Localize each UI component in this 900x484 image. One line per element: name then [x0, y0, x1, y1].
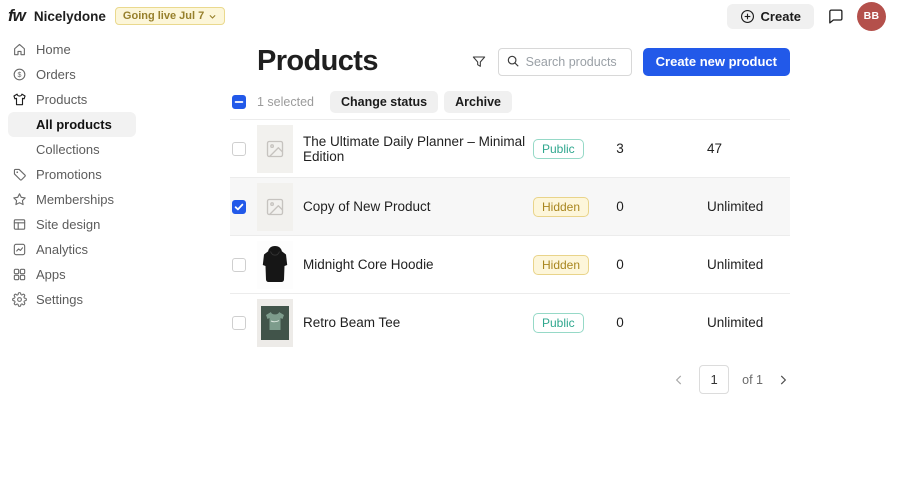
page-header: Products Create new product — [230, 45, 790, 78]
page-number-input[interactable] — [699, 365, 730, 394]
row-checkbox[interactable] — [232, 257, 246, 272]
sidebar-item-label: Home — [36, 42, 71, 57]
pagination: of 1 — [230, 365, 790, 394]
memberships-icon — [12, 192, 27, 207]
chat-bubble-icon — [829, 8, 843, 24]
table-row[interactable]: The Ultimate Daily Planner – Minimal Edi… — [230, 119, 790, 177]
sidebar-item-label: All products — [36, 117, 112, 132]
bulk-action-bar: 1 selected Change status Archive — [230, 91, 790, 113]
product-quantity: 3 — [616, 141, 624, 156]
page-title: Products — [257, 45, 378, 77]
product-thumbnail — [257, 298, 293, 347]
product-inventory: Unlimited — [707, 315, 764, 330]
status-badge: Hidden — [533, 254, 590, 275]
sidebar-item-label: Memberships — [36, 192, 115, 207]
product-name: Midnight Core Hoodie — [303, 257, 434, 272]
store-name: Nicelydone — [33, 8, 106, 24]
apps-icon — [12, 267, 27, 282]
product-thumbnail — [257, 124, 293, 173]
chevron-left-icon — [675, 375, 682, 384]
sidebar-item-home[interactable]: Home — [0, 37, 230, 62]
archive-button[interactable]: Archive — [444, 91, 512, 113]
products-icon — [12, 92, 27, 107]
layout: Home $ Orders Products All products Coll… — [0, 30, 900, 394]
sidebar-item-all-products[interactable]: All products — [8, 112, 136, 137]
select-all-checkbox[interactable] — [232, 95, 246, 109]
product-inventory: Unlimited — [707, 199, 764, 214]
site-design-icon — [12, 217, 27, 232]
minus-icon — [234, 101, 244, 103]
search-icon — [507, 55, 519, 67]
sidebar-item-label: Products — [36, 92, 88, 107]
product-quantity: 0 — [616, 257, 624, 272]
status-badge: Hidden — [533, 196, 590, 217]
settings-icon — [12, 292, 27, 307]
home-icon — [12, 42, 27, 57]
status-badge: Public — [533, 138, 584, 159]
prev-page-button[interactable] — [672, 373, 686, 387]
next-page-button[interactable] — [776, 373, 790, 387]
product-quantity: 0 — [616, 315, 624, 330]
sidebar-item-label: Promotions — [36, 167, 102, 182]
sidebar-item-settings[interactable]: Settings — [0, 287, 230, 312]
sidebar-item-label: Collections — [36, 142, 100, 157]
table-row[interactable]: Midnight Core Hoodie Hidden 0 Unlimited — [230, 235, 790, 293]
header-actions: Create new product — [471, 47, 790, 76]
status-badge: Public — [533, 312, 584, 333]
svg-text:$: $ — [18, 72, 22, 79]
selected-count: 1 selected — [257, 95, 314, 109]
row-checkbox[interactable] — [232, 199, 246, 214]
page-count-label: of 1 — [742, 372, 763, 387]
going-live-badge[interactable]: Going live Jul 7 — [114, 7, 226, 25]
filter-button[interactable] — [471, 54, 487, 70]
avatar[interactable]: BB — [857, 1, 886, 31]
search-wrap — [497, 47, 632, 76]
fw-logo: fw — [8, 6, 26, 25]
product-name: Retro Beam Tee — [303, 315, 401, 330]
orders-icon: $ — [12, 67, 27, 82]
product-thumbnail — [257, 182, 293, 231]
chat-button[interactable] — [827, 8, 844, 25]
sidebar-item-promotions[interactable]: Promotions — [0, 162, 230, 187]
sidebar-item-collections[interactable]: Collections — [0, 137, 230, 162]
sidebar-item-label: Settings — [36, 292, 83, 307]
change-status-button[interactable]: Change status — [329, 91, 439, 113]
plus-circle-icon — [740, 9, 754, 23]
promotions-icon — [12, 167, 27, 182]
table-row[interactable]: Copy of New Product Hidden 0 Unlimited — [230, 177, 790, 235]
chevron-right-icon — [780, 375, 787, 384]
funnel-icon — [472, 55, 485, 67]
sidebar-item-memberships[interactable]: Memberships — [0, 187, 230, 212]
sidebar-item-site-design[interactable]: Site design — [0, 212, 230, 237]
create-new-product-button[interactable]: Create new product — [642, 47, 790, 76]
product-inventory: Unlimited — [707, 257, 764, 272]
sidebar-item-apps[interactable]: Apps — [0, 262, 230, 287]
sidebar-item-label: Orders — [36, 67, 76, 82]
sidebar-item-label: Analytics — [36, 242, 89, 257]
product-name: The Ultimate Daily Planner – Minimal Edi… — [303, 133, 526, 164]
topbar: fw Nicelydone Going live Jul 7 Create BB — [0, 0, 900, 31]
table-row[interactable]: Retro Beam Tee Public 0 Unlimited — [230, 293, 790, 351]
sidebar-item-analytics[interactable]: Analytics — [0, 237, 230, 262]
main-content: Products Create new product 1 selected C… — [230, 30, 790, 394]
sidebar-item-label: Apps — [36, 267, 66, 282]
products-table: The Ultimate Daily Planner – Minimal Edi… — [230, 119, 790, 351]
product-thumbnail — [257, 240, 293, 289]
chevron-down-icon — [209, 14, 216, 19]
sidebar: Home $ Orders Products All products Coll… — [0, 30, 230, 394]
create-button-label: Create — [760, 8, 801, 24]
topbar-right: Create BB — [726, 1, 886, 31]
going-live-label: Going live Jul 7 — [122, 10, 205, 22]
analytics-icon — [12, 242, 27, 257]
topbar-left: fw Nicelydone Going live Jul 7 — [8, 6, 226, 26]
sidebar-item-label: Site design — [36, 217, 101, 232]
row-checkbox[interactable] — [232, 141, 246, 156]
sidebar-item-products[interactable]: Products — [0, 87, 230, 112]
product-inventory: 47 — [707, 141, 723, 156]
product-quantity: 0 — [616, 199, 624, 214]
row-checkbox[interactable] — [232, 315, 246, 330]
product-name: Copy of New Product — [303, 199, 431, 214]
create-button[interactable]: Create — [726, 3, 814, 29]
sidebar-item-orders[interactable]: $ Orders — [0, 62, 230, 87]
